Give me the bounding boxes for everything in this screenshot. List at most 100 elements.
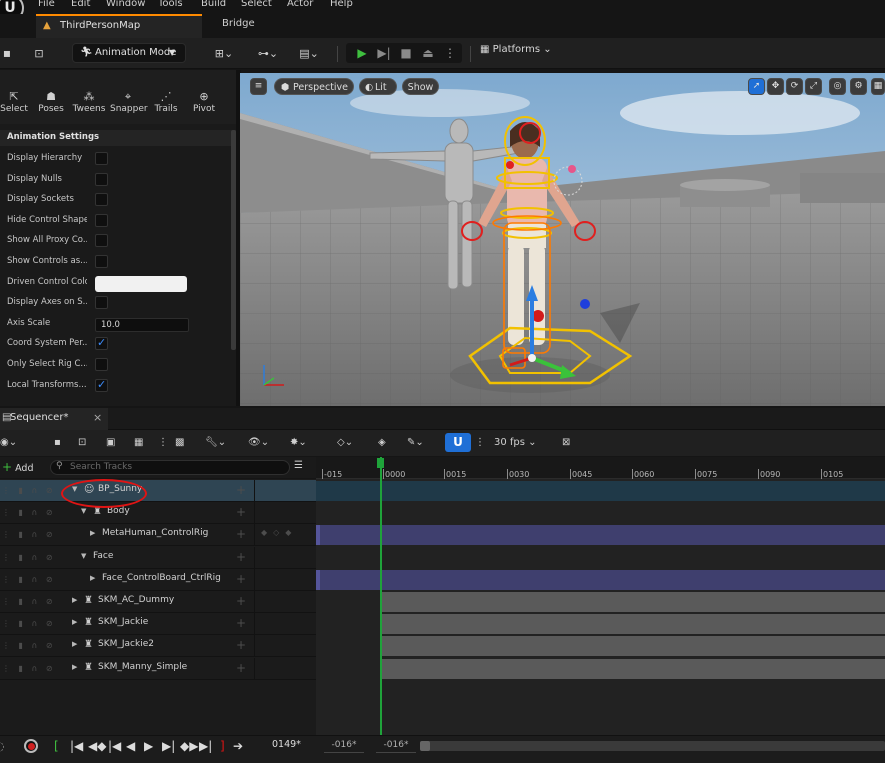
add-to-track-icon[interactable]: +: [236, 638, 246, 652]
key-diamond-icon[interactable]: ◇⌄: [337, 435, 353, 451]
menu-window[interactable]: Window: [106, 0, 145, 9]
checkbox[interactable]: [95, 378, 108, 392]
loop-mode-icon[interactable]: ➔: [233, 739, 243, 753]
tab-sequencer[interactable]: ▤ Sequencer* ×: [0, 408, 108, 430]
tool-snapper[interactable]: ⌖ Snapper: [110, 90, 148, 114]
view-end-field[interactable]: -016*: [376, 738, 416, 753]
add-to-track-icon[interactable]: +: [236, 505, 246, 519]
tool-tweens[interactable]: ⁂ Tweens: [71, 90, 107, 114]
key-nav-icons[interactable]: ◆◇◆: [261, 528, 297, 537]
track-row[interactable]: ⋮ ▮ ∩ ⊘ ▼ ☺ BP_Sunny +: [0, 480, 316, 502]
expand-arrow-down-icon[interactable]: ▼: [81, 552, 86, 560]
close-icon[interactable]: ×: [93, 411, 102, 424]
expand-arrow-right-icon[interactable]: ▶: [72, 640, 77, 648]
snap-magnet-icon[interactable]: U: [445, 433, 471, 452]
cinematics-icon[interactable]: ▤⌄: [294, 44, 324, 63]
browse-content-icon[interactable]: ⊡: [30, 44, 48, 63]
lit-dropdown[interactable]: ◐ Lit: [359, 78, 397, 95]
add-to-track-icon[interactable]: +: [236, 572, 246, 586]
search-tracks-input[interactable]: ⚲ Search Tracks: [50, 460, 290, 475]
tool-trails[interactable]: ⋰ Trails: [148, 90, 184, 114]
menu-help[interactable]: Help: [330, 0, 353, 9]
clapper-icon[interactable]: ▦: [134, 435, 143, 451]
track-lane[interactable]: [316, 525, 885, 546]
add-to-track-icon[interactable]: +: [236, 616, 246, 630]
perspective-dropdown[interactable]: ⬢ Perspective: [274, 78, 354, 95]
checkbox[interactable]: [95, 213, 108, 227]
rotate-icon[interactable]: ⟳: [786, 78, 803, 95]
menu-tools[interactable]: Tools: [158, 0, 183, 9]
range-start-icon[interactable]: [: [54, 739, 59, 753]
loop-icon[interactable]: ◌: [0, 739, 4, 753]
filter-icon[interactable]: ☰: [294, 460, 303, 471]
play-icon[interactable]: ▶: [354, 44, 370, 62]
track-row[interactable]: ⋮ ▮ ∩ ⊘ ▶ ♜ SKM_AC_Dummy +: [0, 591, 316, 613]
find-asset-icon[interactable]: ⊡: [78, 435, 86, 451]
add-to-track-icon[interactable]: +: [236, 483, 246, 497]
framerate-dropdown[interactable]: 30 fps ⌄: [494, 435, 537, 451]
expand-arrow-right-icon[interactable]: ▶: [72, 663, 77, 671]
track-lane[interactable]: [316, 569, 885, 590]
track-controls[interactable]: ⋮ ▮ ∩ ⊘: [0, 658, 65, 680]
track-controls[interactable]: ⋮ ▮ ∩ ⊘: [0, 524, 65, 546]
track-controls[interactable]: ⋮ ▮ ∩ ⊘: [0, 502, 65, 524]
add-to-track-icon[interactable]: +: [236, 594, 246, 608]
range-end-icon[interactable]: ]: [220, 739, 225, 753]
track-controls[interactable]: ⋮ ▮ ∩ ⊘: [0, 635, 65, 657]
checkbox[interactable]: [95, 234, 108, 248]
add-track-button[interactable]: + Add: [2, 460, 40, 475]
previous-key-icon[interactable]: ◀◆: [88, 739, 106, 753]
track-row[interactable]: ⋮ ▮ ∩ ⊘ ▶ ♜ SKM_Manny_Simple +: [0, 657, 316, 680]
animation-settings-header[interactable]: Animation Settings: [0, 130, 236, 146]
step-back-icon[interactable]: |◀: [108, 739, 121, 753]
curve-editor-icon[interactable]: ⊠: [562, 435, 570, 451]
track-controls[interactable]: ⋮ ▮ ∩ ⊘: [0, 547, 65, 569]
blueprint-icon[interactable]: ⊶⌄: [252, 44, 284, 63]
track-lane[interactable]: [382, 592, 885, 612]
add-to-track-icon[interactable]: +: [236, 550, 246, 564]
tab-bridge[interactable]: Bridge: [222, 18, 255, 29]
playhead-handle[interactable]: [377, 458, 384, 468]
expand-arrow-right-icon[interactable]: ▶: [90, 574, 95, 582]
select-mode-icon[interactable]: ➚: [748, 78, 765, 95]
add-actor-icon[interactable]: ⊞⌄: [208, 44, 240, 63]
step-forward-icon[interactable]: ▶|: [162, 739, 175, 753]
eject-icon[interactable]: ⏏: [420, 44, 436, 62]
track-lane[interactable]: [382, 614, 885, 635]
menu-build[interactable]: Build: [201, 0, 226, 9]
track-row[interactable]: ⋮ ▮ ∩ ⊘ ▼ Face +: [0, 546, 316, 569]
view-start-field[interactable]: -016*: [324, 738, 364, 753]
track-lane[interactable]: [316, 503, 885, 524]
track-controls[interactable]: ⋮ ▮ ∩ ⊘: [0, 569, 65, 591]
render-icon[interactable]: ▩: [175, 435, 184, 451]
track-lane[interactable]: [382, 636, 885, 657]
checkbox[interactable]: [95, 193, 108, 207]
checkbox[interactable]: [95, 255, 108, 268]
save-sequence-icon[interactable]: ▪: [54, 435, 61, 451]
expand-arrow-right-icon[interactable]: ▶: [72, 596, 77, 604]
expand-arrow-down-icon[interactable]: ▼: [81, 507, 86, 515]
menu-file[interactable]: File: [38, 0, 55, 9]
expand-arrow-right-icon[interactable]: ▶: [90, 529, 95, 537]
save-icon[interactable]: ▪: [0, 44, 14, 63]
more-options-icon[interactable]: ⋮: [442, 44, 458, 62]
checkbox[interactable]: [95, 152, 108, 165]
animation-mode-dropdown[interactable]: 🏃︎ Animation Mode ▼: [72, 43, 186, 63]
next-key-icon[interactable]: ◆▶: [180, 739, 198, 753]
tool-select[interactable]: ⇱ Select: [0, 90, 32, 114]
world-space-icon[interactable]: ◎: [829, 78, 846, 95]
more-options-icon[interactable]: ⋮: [158, 435, 168, 451]
viewport-menu-icon[interactable]: ≡: [250, 78, 267, 95]
add-to-track-icon[interactable]: +: [236, 527, 246, 541]
show-dropdown[interactable]: Show: [402, 78, 439, 95]
camera-icon[interactable]: ▣: [106, 435, 115, 451]
eye-icon[interactable]: 👁︎⌄: [248, 435, 269, 451]
key-interp-icon[interactable]: ◈: [378, 435, 386, 451]
scale-icon[interactable]: ⤢: [805, 78, 822, 95]
playhead[interactable]: [380, 457, 382, 735]
tool-pivot[interactable]: ⊕ Pivot: [186, 90, 222, 114]
track-controls[interactable]: ⋮ ▮ ∩ ⊘: [0, 591, 65, 613]
stop-icon[interactable]: ■: [398, 44, 414, 62]
timeline-scrollbar[interactable]: [420, 741, 885, 751]
tab-third-person-map[interactable]: ▲ ThirdPersonMap: [36, 14, 202, 38]
